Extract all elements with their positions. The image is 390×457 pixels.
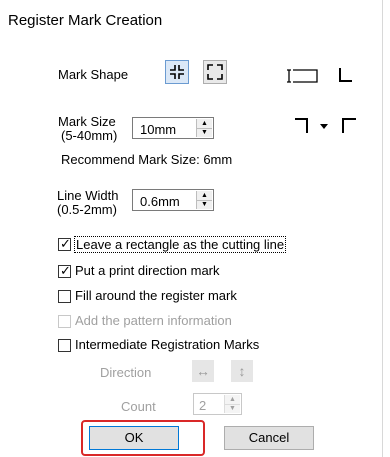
dialog-title: Register Mark Creation <box>8 12 163 29</box>
horizontal-direction-button: ↔ <box>192 360 214 382</box>
checkbox-label[interactable]: Intermediate Registration Marks <box>75 337 259 352</box>
corner-marks-outward-icon <box>207 64 223 80</box>
preview-corners-top-icon <box>295 118 356 133</box>
mark-size-down-arrow-icon[interactable]: ▼ <box>197 128 212 137</box>
mark-size-spinner[interactable]: 10mm ▲ ▼ <box>132 117 214 139</box>
count-down-arrow-icon: ▼ <box>229 405 236 412</box>
checkmark-icon: ✓ <box>60 236 71 251</box>
line-width-spinner[interactable]: 0.6mm ▲ ▼ <box>132 189 214 211</box>
horizontal-arrows-icon: ↔ <box>196 363 210 379</box>
dialog-window: Register Mark Creation Mark Shape Mark S… <box>0 0 383 457</box>
line-width-label: Line Width (0.5-2mm) <box>57 188 119 217</box>
checkbox[interactable] <box>58 290 71 303</box>
count-spinner: 2 ▲ ▼ <box>193 393 242 415</box>
corner-marks-inward-icon <box>170 65 184 79</box>
cancel-button[interactable]: Cancel <box>224 426 314 450</box>
checkbox-label: Add the pattern information <box>75 313 232 328</box>
recommend-mark-size-text: Recommend Mark Size: 6mm <box>61 152 233 167</box>
checkbox-label[interactable]: Leave a rectangle as the cutting line <box>74 236 287 253</box>
preview-corner-bottom-left-icon <box>339 68 352 82</box>
preview-rectangle-icon <box>287 69 318 83</box>
mark-size-value: 10mm <box>140 122 177 137</box>
checkbox[interactable]: ✓ <box>58 236 71 251</box>
checkbox-disabled <box>58 315 71 328</box>
vertical-direction-button: ↕ <box>231 360 253 382</box>
direction-label: Direction <box>100 365 152 380</box>
vertical-arrows-icon: ↕ <box>238 363 246 379</box>
checkmark-icon: ✓ <box>60 263 71 278</box>
count-value: 2 <box>199 398 207 413</box>
line-width-down-arrow-icon[interactable]: ▼ <box>197 200 212 209</box>
mark-shape-outward-button[interactable] <box>203 60 227 84</box>
mark-size-label: Mark Size (5-40mm) <box>58 114 118 143</box>
checkbox-label[interactable]: Fill around the register mark <box>75 288 237 303</box>
mark-shape-inward-button[interactable] <box>165 60 189 84</box>
checkbox-label[interactable]: Put a print direction mark <box>75 263 220 278</box>
ok-button[interactable]: OK <box>89 426 179 450</box>
line-width-value: 0.6mm <box>140 194 180 209</box>
mark-shape-label: Mark Shape <box>58 67 129 82</box>
checkbox[interactable]: ✓ <box>58 263 71 278</box>
checkbox[interactable] <box>58 339 71 352</box>
count-label: Count <box>121 399 156 414</box>
